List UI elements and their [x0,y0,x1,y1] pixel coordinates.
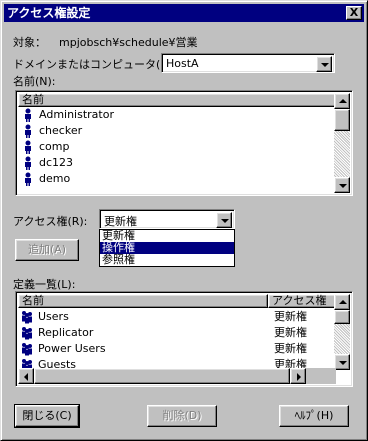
definitions-hscrollbar[interactable] [18,368,336,384]
domain-value: HostA [166,57,199,70]
target-value: mpjobsch¥schedule¥営業 [59,36,198,49]
list-item[interactable]: comp [22,139,332,155]
table-row[interactable]: Users 更新権 [20,309,336,325]
list-item[interactable]: demo [22,171,332,187]
definitions-label: 定義一覧(L): [13,278,76,291]
title-bar: アクセス権設定 X [4,4,364,22]
row-name: Power Users [38,342,106,355]
list-item[interactable]: checker [22,123,332,139]
group-icon [22,327,32,340]
definitions-rows: Users 更新権 Replicator 更新権 Power Users 更新権… [20,309,336,373]
group-icon [22,311,32,324]
user-icon [25,172,31,186]
group-icon [22,343,32,356]
list-item-label: Administrator [39,108,114,121]
access-label: アクセス権(R): [13,215,88,228]
access-settings-dialog: アクセス権設定 X 対象： mpjobsch¥schedule¥営業 ドメインま… [0,0,368,441]
definitions-scroll-down-button[interactable] [334,354,350,370]
row-access: 更新権 [274,342,307,355]
user-icon [25,108,31,122]
definitions-scroll-thumb[interactable] [334,310,350,324]
chevron-up-icon [339,300,347,304]
names-scroll-up-button[interactable] [334,93,350,109]
chevron-down-icon [339,184,347,188]
names-label: 名前(N): [13,75,56,88]
access-value: 更新権 [104,215,137,228]
delete-button[interactable]: 削除(D) [147,405,217,427]
target-label: 対象： [13,36,46,49]
chevron-left-icon [24,373,28,381]
list-item[interactable]: Administrator [22,107,332,123]
chevron-down-icon [339,361,347,365]
chevron-down-icon [321,63,329,67]
definitions-name-column-header[interactable]: 名前 [18,294,268,308]
chevron-up-icon [339,99,347,103]
definitions-access-column-header[interactable]: アクセス権 [268,294,336,308]
list-item-label: demo [39,172,71,185]
user-icon [25,124,31,138]
table-row[interactable]: Replicator 更新権 [20,325,336,341]
hscroll-left-button[interactable] [18,368,34,384]
definitions-scroll-up-button[interactable] [334,294,350,310]
names-scroll-down-button[interactable] [334,177,350,193]
access-option[interactable]: 参照権 [100,254,234,266]
domain-combobox[interactable]: HostA [161,53,335,73]
access-dropdown-button[interactable] [216,212,232,228]
list-item[interactable]: dc123 [22,155,332,171]
hscroll-right-button[interactable] [290,368,306,384]
names-scroll-thumb[interactable] [334,109,350,131]
user-icon [25,156,31,170]
row-name: Users [38,310,69,323]
list-item-label: dc123 [39,156,74,169]
help-button[interactable]: ﾍﾙﾌﾟ(H) [279,405,349,427]
access-combobox[interactable]: 更新権 [99,209,235,229]
domain-label: ドメインまたはコンピュータ(M): [13,58,178,71]
close-button[interactable]: 閉じる(C) [14,404,80,428]
row-access: 更新権 [274,326,307,339]
table-row[interactable]: Power Users 更新権 [20,341,336,357]
chevron-right-icon [297,373,301,381]
row-access: 更新権 [274,310,307,323]
hscroll-thumb[interactable] [34,368,290,384]
add-button[interactable]: 追加(A) [15,239,79,261]
window-title: アクセス権設定 [7,6,91,20]
close-window-button[interactable]: X [346,6,362,20]
access-options-list[interactable]: 更新権 操作権 参照権 [99,229,235,267]
list-item-label: comp [39,140,70,153]
row-name: Replicator [38,326,94,339]
chevron-down-icon [221,219,229,223]
domain-dropdown-button[interactable] [316,56,332,72]
user-icon [25,140,31,154]
list-item-label: checker [39,124,83,137]
definitions-listview[interactable]: 名前 アクセス権 Users 更新権 Replicator 更新権 Power … [15,291,353,387]
names-column-header[interactable]: 名前 [18,93,336,107]
names-list: Administrator checker comp dc123 demo [22,107,332,187]
names-listview[interactable]: 名前 Administrator checker comp dc123 demo [15,90,353,196]
